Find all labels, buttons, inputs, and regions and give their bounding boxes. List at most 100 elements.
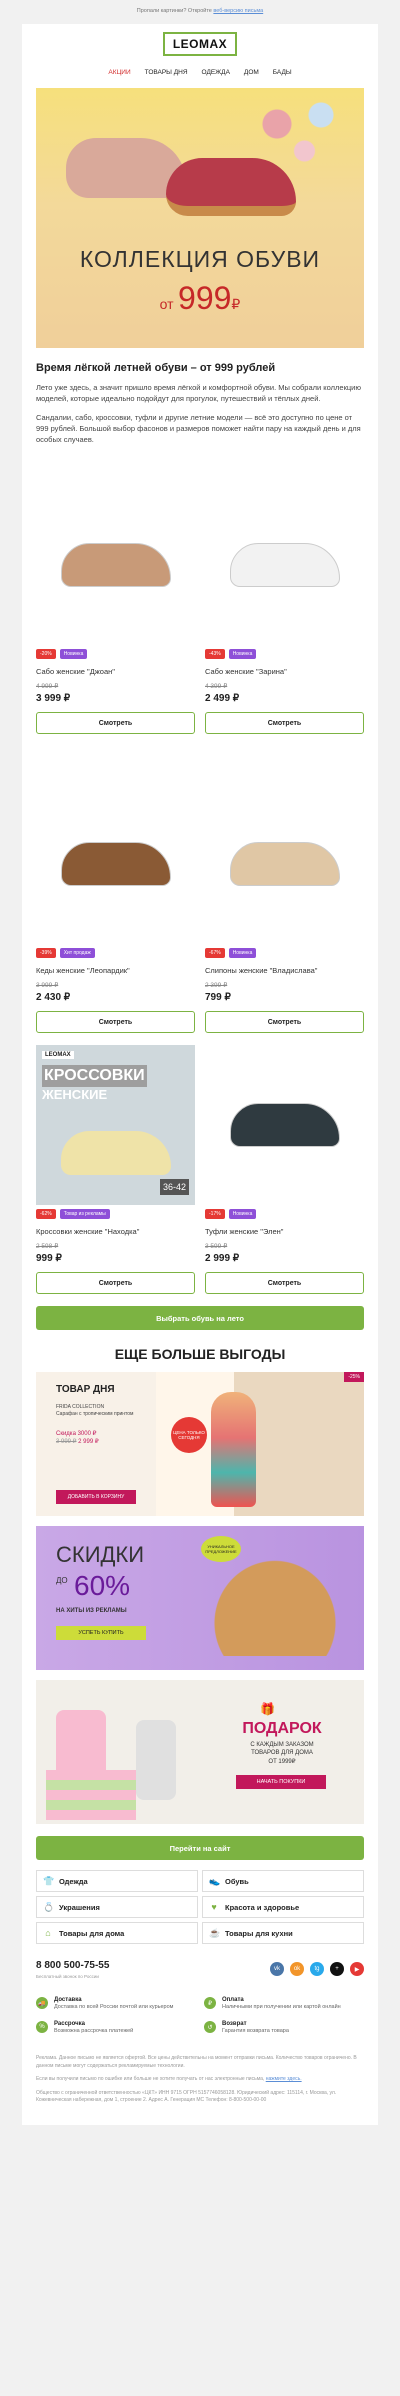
leomax-logo[interactable]: LEOMAX (162, 32, 238, 56)
product-price: 3 999 ₽ (36, 693, 71, 704)
product-name[interactable]: Слипоны женские "Владислава" (205, 966, 364, 975)
category-icon: ☕ (209, 1927, 221, 1938)
product-name[interactable]: Туфли женские "Элен" (205, 1227, 364, 1236)
nav-item-clothes[interactable]: ОДЕЖДА (202, 69, 230, 76)
discount-badge: -25% (344, 1372, 364, 1382)
product-card[interactable]: -43% Новинка Сабо женские "Зарина" 4 399… (205, 485, 364, 734)
social-icon[interactable]: ok (290, 1962, 304, 1976)
view-button[interactable]: Смотреть (36, 712, 195, 734)
social-icon[interactable]: ▶ (350, 1962, 364, 1976)
product-card[interactable]: -17% Новинка Туфли женские "Элен" 3 599 … (205, 1045, 364, 1294)
nav-item-sales[interactable]: АКЦИИ (108, 69, 130, 76)
unique-offer-label: УНИКАЛЬНОЕ ПРЕДЛОЖЕНИЕ (201, 1536, 241, 1562)
view-button[interactable]: Смотреть (205, 1272, 364, 1294)
features: 🚚 Доставка Доставка по всей России почтой … (36, 1997, 364, 2035)
start-shopping-button[interactable]: НАЧАТЬ ПОКУПКИ (236, 1775, 326, 1789)
deal-of-day-banner[interactable]: ТОВАР ДНЯ FRIDA COLLECTION Сарафан с тро… (36, 1372, 364, 1516)
social-icon[interactable]: + (330, 1962, 344, 1976)
nav-item-home[interactable]: ДОМ (244, 69, 259, 76)
hero-banner[interactable]: КОЛЛЕКЦИЯ ОБУВИ от 999₽ (36, 88, 364, 348)
category-link[interactable]: ♥ Красота и здоровье (202, 1896, 364, 1918)
old-price: 3 599 ₽ (205, 1243, 228, 1250)
email-body: LEOMAX АКЦИИ ТОВАРЫ ДНЯ ОДЕЖДА ДОМ БАДЫ … (22, 24, 378, 2125)
unsubscribe-link[interactable]: нажмите здесь. (266, 2076, 302, 2082)
category-link[interactable]: 👟 Обувь (202, 1870, 364, 1892)
feature-icon: 🚚 (36, 1997, 48, 2009)
gift-icon: 🎁 (260, 1702, 275, 1716)
sandal-image (166, 158, 296, 216)
bottle-image (136, 1720, 176, 1800)
category-link[interactable]: ☕ Товары для кухни (202, 1922, 364, 1944)
old-price: 3 999 ₽ (36, 982, 59, 989)
product-tag: Хит продаж (59, 948, 95, 958)
view-button[interactable]: Смотреть (36, 1272, 195, 1294)
discount-badge: -67% (205, 948, 225, 958)
product-price: 2 430 ₽ (36, 992, 71, 1003)
discounts-banner[interactable]: СКИДКИ ДО 60% НА ХИТЫ ИЗ РЕКЛАМЫ УСПЕТЬ … (36, 1526, 364, 1670)
feature-item: % Рассрочка Возможна рассрочка платежей (36, 2021, 196, 2035)
social-icon[interactable]: tg (310, 1962, 324, 1976)
product-card[interactable]: -20% Новинка Сабо женские "Джоан" 4 999 … (36, 485, 195, 734)
gift-banner[interactable]: 🎁 ПОДАРОК С КАЖДЫМ ЗАКАЗОМ ТОВАРОВ ДЛЯ Д… (36, 1680, 364, 1824)
social-icon[interactable]: vk (270, 1962, 284, 1976)
buy-now-button[interactable]: УСПЕТЬ КУПИТЬ (56, 1626, 146, 1640)
choose-shoes-button[interactable]: Выбрать обувь на лето (36, 1306, 364, 1330)
product-tag: Новинка (228, 1209, 257, 1219)
feature-item: ₽ Оплата Наличными при получении или карто… (204, 1997, 364, 2011)
price-today-badge: ЦЕНА ТОЛЬКО СЕГОДНЯ (171, 1417, 207, 1453)
product-image[interactable]: LEOMAX КРОССОВКИ ЖЕНСКИЕ 36-42 (36, 1045, 195, 1205)
category-link[interactable]: ⌂ Товары для дома (36, 1922, 198, 1944)
nav-item-supplements[interactable]: БАДЫ (273, 69, 292, 76)
towels-image (46, 1770, 136, 1820)
product-image[interactable] (36, 784, 195, 944)
intro-paragraph-1: Лето уже здесь, а значит пришло время лё… (36, 383, 361, 403)
basket-image (200, 1546, 350, 1656)
product-card[interactable]: -39% Хит продаж Кеды женские "Леопардик"… (36, 784, 195, 1033)
product-image[interactable] (205, 485, 364, 645)
product-tag: Товар из рекламы (59, 1209, 110, 1219)
view-button[interactable]: Смотреть (205, 712, 364, 734)
category-icon: ♥ (211, 1902, 217, 1912)
product-grid: -20% Новинка Сабо женские "Джоан" 4 999 … (36, 485, 364, 1294)
category-icon: 💍 (43, 1901, 55, 1912)
old-price: 4 399 ₽ (205, 683, 228, 690)
product-image[interactable] (205, 784, 364, 944)
product-card[interactable]: LEOMAX КРОССОВКИ ЖЕНСКИЕ 36-42 -62% Това… (36, 1045, 195, 1294)
view-button[interactable]: Смотреть (36, 1011, 195, 1033)
web-version-link[interactable]: веб-версию письма (213, 8, 263, 14)
feature-icon: % (36, 2021, 48, 2033)
discount-badge: -62% (36, 1209, 56, 1219)
product-price: 2 999 ₽ (205, 1253, 240, 1264)
view-button[interactable]: Смотреть (205, 1011, 364, 1033)
category-icon: 👕 (43, 1875, 55, 1886)
product-name[interactable]: Кроссовки женские "Находка" (36, 1227, 195, 1236)
product-card[interactable]: -67% Новинка Слипоны женские "Владислава… (205, 784, 364, 1033)
old-price: 2 598 ₽ (36, 1243, 59, 1250)
top-nav: АКЦИИ ТОВАРЫ ДНЯ ОДЕЖДА ДОМ БАДЫ (22, 64, 378, 80)
discount-badge: -43% (205, 649, 225, 659)
feature-icon: ₽ (204, 1997, 216, 2009)
section-title: ЕЩЕ БОЛЬШЕ ВЫГОДЫ (114, 1346, 286, 1362)
nav-item-daily[interactable]: ТОВАРЫ ДНЯ (145, 69, 188, 76)
product-name[interactable]: Сабо женские "Джоан" (36, 667, 195, 676)
legal-text: Реклама. Данное письмо не является оферт… (36, 2055, 357, 2103)
add-to-cart-button[interactable]: ДОБАВИТЬ В КОРЗИНУ (56, 1490, 136, 1504)
go-to-site-button[interactable]: Перейти на сайт (36, 1836, 364, 1860)
product-image[interactable] (205, 1045, 364, 1205)
hero-price: от 999₽ (159, 280, 241, 316)
category-icon: 👟 (209, 1875, 221, 1886)
product-name[interactable]: Кеды женские "Леопардик" (36, 966, 195, 975)
preheader: Пропали картинки? Откройте веб-версию пи… (136, 8, 264, 14)
product-image[interactable] (36, 485, 195, 645)
product-tag: Новинка (228, 649, 257, 659)
product-name[interactable]: Сабо женские "Зарина" (205, 667, 364, 676)
category-link[interactable]: 👕 Одежда (36, 1870, 198, 1892)
discount-badge: -17% (205, 1209, 225, 1219)
category-icon: ⌂ (45, 1928, 51, 1938)
discount-badge: -39% (36, 948, 56, 958)
hero-title: КОЛЛЕКЦИЯ ОБУВИ (79, 246, 321, 272)
discount-badge: -20% (36, 649, 56, 659)
social-links: vk ok tg + ▶ (270, 1962, 364, 1976)
category-link[interactable]: 💍 Украшения (36, 1896, 198, 1918)
feature-item: ↺ Возврат Гарантия возврата товара (204, 2021, 364, 2035)
